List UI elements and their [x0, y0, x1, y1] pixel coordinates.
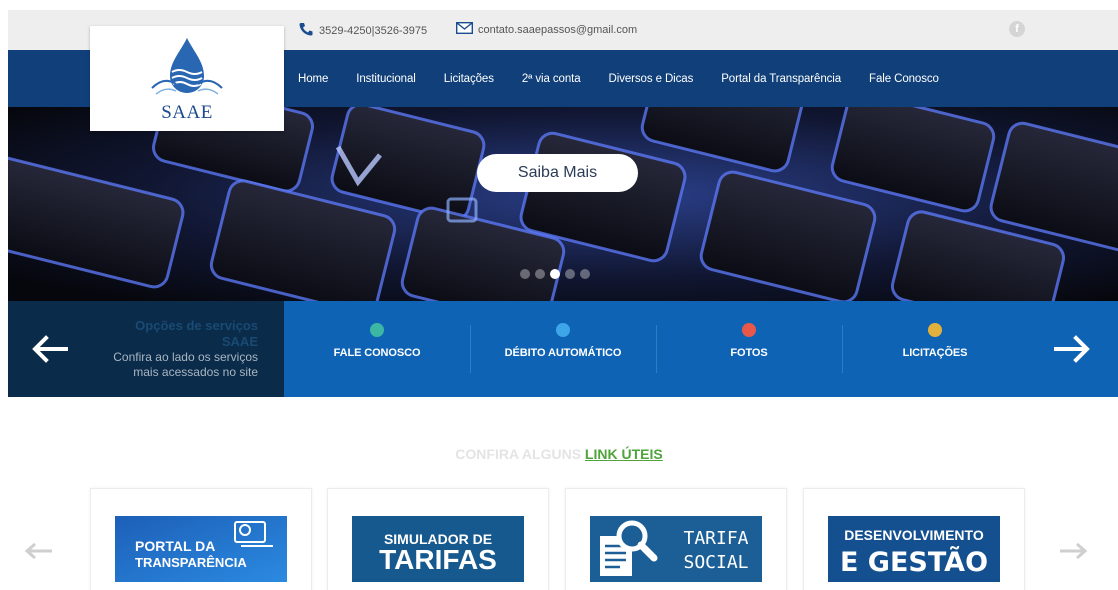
phone-icon [298, 22, 314, 39]
services-intro-panel: Opções de serviços SAAE Confira ao lado … [8, 301, 284, 397]
nav-portal-transparencia[interactable]: Portal da Transparência [707, 73, 855, 85]
service-label: LICITAÇÕES [902, 347, 968, 359]
service-debito-automatico[interactable]: DÉBITO AUTOMÁTICO [470, 323, 656, 359]
links-prev-arrow-icon[interactable] [22, 541, 56, 561]
slider-dot[interactable] [565, 269, 575, 279]
service-licitacoes[interactable]: LICITAÇÕES [842, 323, 1028, 359]
link-card-portal-transparencia[interactable]: PORTAL DA TRANSPARÊNCIA [90, 488, 312, 590]
page: 3529-4250|3526-3975 contato.saaepassos@g… [0, 0, 1118, 590]
slider-dot[interactable] [520, 269, 530, 279]
phone-contact[interactable]: 3529-4250|3526-3975 [298, 22, 427, 39]
email-contact[interactable]: contato.saaepassos@gmail.com [455, 21, 638, 37]
hero-slider[interactable]: Saiba Mais [8, 107, 1118, 301]
services-title-line2: SAAE [221, 334, 258, 349]
email-address: contato.saaepassos@gmail.com [478, 23, 638, 36]
nav-fale-conosco[interactable]: Fale Conosco [855, 73, 953, 85]
nav-licitacoes[interactable]: Licitações [430, 73, 508, 85]
links-title-muted: CONFIRA ALGUNS [455, 446, 582, 462]
services-title: Opções de serviços SAAE [88, 318, 258, 350]
nav-items: Home Institucional Licitações 2ª via con… [298, 50, 953, 107]
slider-dot[interactable] [535, 269, 545, 279]
link-card-tarifa-social[interactable]: TARIFA SOCIAL [565, 488, 787, 590]
services-subtitle-line1: Confira ao lado os serviços [113, 350, 258, 364]
card-line1: PORTAL DA [135, 538, 215, 554]
coin-icon [556, 323, 570, 337]
service-label: FALE CONOSCO [333, 347, 421, 359]
links-title-link[interactable]: LINK ÚTEIS [585, 446, 663, 462]
services-subtitle-line2: mais acessados no site [133, 365, 258, 379]
saiba-mais-button[interactable]: Saiba Mais [477, 154, 638, 192]
slider-dots [520, 269, 590, 279]
card-line2: TRANSPARÊNCIA [135, 555, 247, 570]
card-line2: SOCIAL [683, 552, 748, 573]
saae-logo[interactable]: SAAE [90, 26, 284, 131]
card-line2: E GESTÃO [840, 546, 988, 578]
service-label: FOTOS [730, 347, 768, 359]
mail-icon [455, 21, 474, 37]
logo-text: SAAE [161, 102, 213, 123]
services-next-arrow-icon[interactable] [1052, 334, 1092, 364]
nav-home[interactable]: Home [298, 73, 342, 85]
links-section-title: CONFIRA ALGUNS LINK ÚTEIS [0, 446, 1118, 462]
simulador-tarifas-banner: SIMULADOR DE TARIFAS [352, 516, 524, 582]
service-label: DÉBITO AUTOMÁTICO [504, 347, 622, 359]
portal-transparencia-banner: PORTAL DA TRANSPARÊNCIA [115, 516, 287, 582]
link-card-simulador-tarifas[interactable]: SIMULADOR DE TARIFAS [327, 488, 549, 590]
links-next-arrow-icon[interactable] [1056, 541, 1090, 561]
card-line1: DESENVOLVIMENTO [844, 527, 984, 543]
nav-diversos-dicas[interactable]: Diversos e Dicas [595, 73, 708, 85]
water-drop-icon [151, 38, 223, 95]
tarifa-social-banner: TARIFA SOCIAL [590, 516, 762, 582]
services-subtitle: Confira ao lado os serviços mais acessad… [78, 350, 258, 380]
services-panel: FALE CONOSCO DÉBITO AUTOMÁTICO FOTOS LIC… [284, 301, 1118, 397]
services-prev-arrow-icon[interactable] [30, 334, 70, 364]
slider-dot-active[interactable] [550, 269, 560, 279]
service-fale-conosco[interactable]: FALE CONOSCO [284, 323, 470, 359]
nav-institucional[interactable]: Institucional [342, 73, 429, 85]
support-agent-icon [370, 323, 384, 337]
camera-icon [742, 323, 756, 337]
card-line1: TARIFA [683, 528, 748, 549]
service-fotos[interactable]: FOTOS [656, 323, 842, 359]
facebook-icon[interactable]: f [1009, 21, 1025, 37]
card-line2: TARIFAS [379, 544, 497, 575]
nav-segunda-via[interactable]: 2ª via conta [508, 73, 595, 85]
desenvolvimento-gestao-banner: DESENVOLVIMENTO E GESTÃO [828, 516, 1000, 582]
slider-dot[interactable] [580, 269, 590, 279]
services-title-line1: Opções de serviços [135, 318, 258, 333]
phone-numbers: 3529-4250|3526-3975 [319, 24, 428, 37]
money-bag-icon [928, 323, 942, 337]
link-card-desenvolvimento-gestao[interactable]: DESENVOLVIMENTO E GESTÃO [803, 488, 1025, 590]
